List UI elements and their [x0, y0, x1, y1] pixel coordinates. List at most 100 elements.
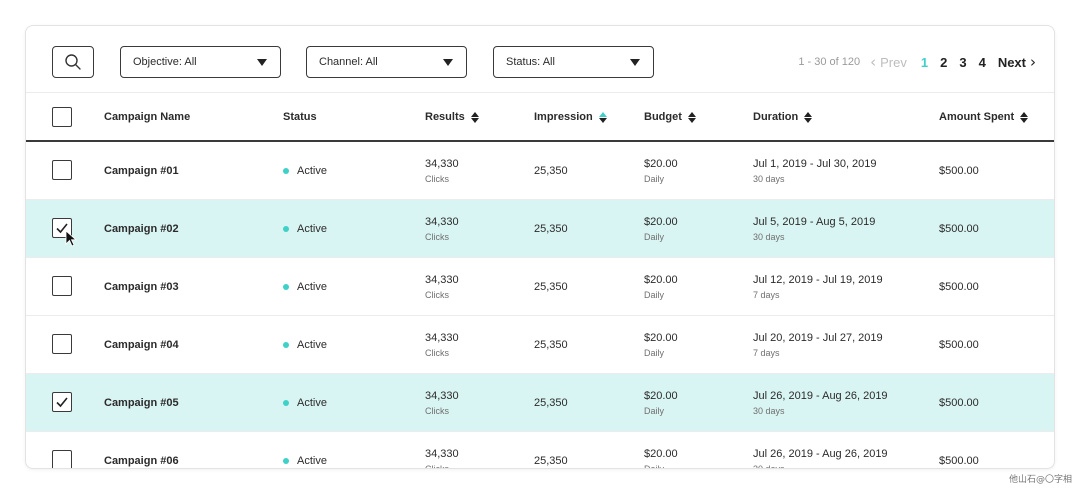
duration-cell: Jul 12, 2019 - Jul 19, 2019 7 days: [753, 258, 883, 315]
header-amount-spent[interactable]: Amount Spent: [939, 93, 1029, 141]
results-cell: 34,330 Clicks: [425, 258, 459, 315]
status-cell: Active: [283, 374, 327, 431]
impression-value: 25,350: [534, 454, 568, 467]
table-row[interactable]: Campaign #02 Active 34,330 Clicks 25,350…: [26, 200, 1054, 258]
budget-cell: $20.00 Daily: [644, 258, 678, 315]
amount-spent-cell: $500.00: [939, 258, 979, 315]
status-dot-icon: [283, 457, 289, 464]
campaign-name: Campaign #04: [104, 338, 179, 351]
status-dot-icon: [283, 283, 289, 290]
campaign-name: Campaign #01: [104, 164, 179, 177]
amount-spent-cell: $500.00: [939, 374, 979, 431]
row-checkbox[interactable]: [52, 276, 72, 296]
budget-value: $20.00: [644, 331, 678, 344]
prev-page-button[interactable]: ‹ Prev: [870, 53, 907, 71]
campaign-table-card: Objective: All Channel: All Status: All …: [25, 25, 1055, 469]
next-page-button[interactable]: Next ›: [998, 53, 1036, 71]
duration-cell: Jul 26, 2019 - Aug 26, 2019 30 days: [753, 432, 888, 469]
status-cell: Active: [283, 142, 327, 199]
status-label: Active: [297, 280, 327, 293]
budget-period: Daily: [644, 173, 665, 184]
table-row[interactable]: Campaign #05 Active 34,330 Clicks 25,350…: [26, 374, 1054, 432]
amount-spent-cell: $500.00: [939, 432, 979, 468]
status-label: Active: [297, 164, 327, 177]
results-value: 34,330: [425, 215, 459, 228]
amount-spent-value: $500.00: [939, 338, 979, 351]
duration-cell: Jul 20, 2019 - Jul 27, 2019 7 days: [753, 316, 883, 373]
impression-value: 25,350: [534, 280, 568, 293]
budget-period: Daily: [644, 231, 665, 242]
header-results-label: Results: [425, 111, 465, 123]
header-budget-label: Budget: [644, 111, 682, 123]
impression-cell: 25,350: [534, 432, 568, 468]
results-unit: Clicks: [425, 347, 449, 358]
row-checkbox[interactable]: [52, 392, 72, 412]
sort-icon: [804, 111, 813, 123]
header-duration-label: Duration: [753, 111, 799, 123]
select-all-checkbox[interactable]: [52, 107, 72, 127]
budget-period: Daily: [644, 405, 665, 416]
duration-days: 7 days: [753, 289, 780, 300]
row-checkbox[interactable]: [52, 334, 72, 354]
chevron-right-icon: ›: [1030, 53, 1036, 71]
status-dot-icon: [283, 225, 289, 232]
impression-cell: 25,350: [534, 374, 568, 431]
duration-range: Jul 1, 2019 - Jul 30, 2019: [753, 157, 877, 170]
page-1-link[interactable]: 1: [921, 55, 928, 70]
status-cell: Active: [283, 258, 327, 315]
campaign-name: Campaign #02: [104, 222, 179, 235]
duration-cell: Jul 1, 2019 - Jul 30, 2019 30 days: [753, 142, 877, 199]
dropdown-caret-icon: [257, 59, 267, 66]
budget-value: $20.00: [644, 273, 678, 286]
header-results[interactable]: Results: [425, 93, 479, 141]
header-duration[interactable]: Duration: [753, 93, 813, 141]
table-row[interactable]: Campaign #04 Active 34,330 Clicks 25,350…: [26, 316, 1054, 374]
duration-range: Jul 26, 2019 - Aug 26, 2019: [753, 389, 888, 402]
status-filter-select[interactable]: Status: All: [493, 46, 654, 78]
amount-spent-value: $500.00: [939, 454, 979, 467]
objective-filter-select[interactable]: Objective: All: [120, 46, 281, 78]
header-budget[interactable]: Budget: [644, 93, 696, 141]
page-3-link[interactable]: 3: [959, 55, 966, 70]
table-row[interactable]: Campaign #01 Active 34,330 Clicks 25,350…: [26, 142, 1054, 200]
impression-value: 25,350: [534, 396, 568, 409]
row-checkbox[interactable]: [52, 450, 72, 468]
results-unit: Clicks: [425, 231, 449, 242]
header-campaign-name: Campaign Name: [104, 93, 190, 141]
budget-cell: $20.00 Daily: [644, 142, 678, 199]
table-row[interactable]: Campaign #06 Active 34,330 Clicks 25,350…: [26, 432, 1054, 469]
status-dot-icon: [283, 399, 289, 406]
amount-spent-value: $500.00: [939, 396, 979, 409]
amount-spent-value: $500.00: [939, 222, 979, 235]
page-4-link[interactable]: 4: [979, 55, 986, 70]
search-button[interactable]: [52, 46, 94, 78]
budget-cell: $20.00 Daily: [644, 374, 678, 431]
table-header: Campaign Name Status Results Impression …: [26, 92, 1054, 142]
chevron-left-icon: ‹: [870, 53, 877, 71]
table-row[interactable]: Campaign #03 Active 34,330 Clicks 25,350…: [26, 258, 1054, 316]
watermark: 他山石@〇字相: [1008, 475, 1072, 485]
results-cell: 34,330 Clicks: [425, 432, 459, 469]
channel-filter-label: Channel: All: [319, 56, 378, 68]
results-unit: Clicks: [425, 405, 449, 416]
header-impression[interactable]: Impression: [534, 93, 607, 141]
channel-filter-select[interactable]: Channel: All: [306, 46, 467, 78]
status-label: Active: [297, 222, 327, 235]
row-checkbox[interactable]: [52, 160, 72, 180]
page-2-link[interactable]: 2: [940, 55, 947, 70]
header-amount-spent-label: Amount Spent: [939, 111, 1015, 123]
budget-period: Daily: [644, 347, 665, 358]
amount-spent-cell: $500.00: [939, 316, 979, 373]
checkmark-icon: [56, 397, 68, 408]
campaign-name: Campaign #05: [104, 396, 179, 409]
budget-value: $20.00: [644, 157, 678, 170]
amount-spent-value: $500.00: [939, 280, 979, 293]
campaign-name: Campaign #06: [104, 454, 179, 467]
duration-days: 30 days: [753, 173, 785, 184]
amount-spent-cell: $500.00: [939, 142, 979, 199]
duration-days: 30 days: [753, 463, 785, 469]
impression-cell: 25,350: [534, 316, 568, 373]
status-dot-icon: [283, 341, 289, 348]
sort-ascending-icon: [598, 111, 607, 123]
impression-cell: 25,350: [534, 258, 568, 315]
